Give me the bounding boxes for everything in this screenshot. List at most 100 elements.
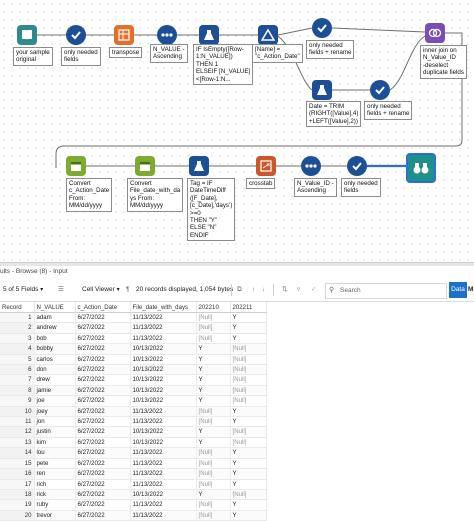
table-cell[interactable]: 11/13/2022 [130,458,197,470]
table-cell[interactable]: joey [34,406,76,418]
sort-tool-1[interactable] [157,25,177,45]
table-cell[interactable]: 11/13/2022 [130,333,197,345]
table-cell[interactable]: [Null] [196,447,231,459]
column-header-202211[interactable]: 202211 [230,302,267,313]
table-cell[interactable]: 11/13/2022 [130,416,197,428]
table-row[interactable]: 20 trevor 6/27/2022 11/13/2022 [Null] Y [0,510,267,521]
table-cell[interactable]: Y [230,479,267,490]
record-number-cell[interactable]: 1 [0,312,35,324]
table-cell[interactable]: [Null] [230,437,267,449]
record-number-cell[interactable]: 8 [0,385,35,397]
table-row[interactable]: 14 lou 6/27/2022 11/13/2022 [Null] Y [0,447,267,459]
datetime-tool-2[interactable] [135,156,155,176]
table-cell[interactable]: Y [230,458,267,470]
record-number-cell[interactable]: 4 [0,343,35,355]
table-cell[interactable]: [Null] [196,406,231,418]
record-number-cell[interactable]: 16 [0,468,35,480]
copy-icon[interactable]: ⧉ [237,279,242,301]
table-cell[interactable]: 10/13/2022 [130,395,197,407]
table-row[interactable]: 10 joey 6/27/2022 11/13/2022 [Null] Y [0,406,267,418]
table-row[interactable]: 1 adam 6/27/2022 11/13/2022 [Null] Y [0,312,267,324]
crosstab-tool[interactable] [256,156,276,176]
table-cell[interactable]: 11/13/2022 [130,406,197,418]
table-cell[interactable]: 6/27/2022 [75,510,131,521]
table-cell[interactable]: [Null] [196,499,231,511]
table-cell[interactable]: 6/27/2022 [75,343,131,355]
column-header-n-value[interactable]: N_VALUE [34,302,76,313]
formula-tool-2[interactable] [312,80,332,100]
table-row[interactable]: 16 ren 6/27/2022 11/13/2022 [Null] Y [0,468,267,480]
data-tab[interactable]: Data [449,282,467,298]
table-cell[interactable]: 6/27/2022 [75,395,131,407]
record-number-cell[interactable]: 10 [0,406,35,418]
record-number-cell[interactable]: 3 [0,333,35,345]
workflow-canvas[interactable]: your sample original only needed fields … [0,0,474,262]
table-row[interactable]: 17 rich 6/27/2022 11/13/2022 [Null] Y [0,479,267,490]
table-cell[interactable]: Y [196,426,231,438]
table-cell[interactable]: [Null] [196,468,231,480]
table-cell[interactable]: 6/27/2022 [75,489,131,501]
record-number-cell[interactable]: 12 [0,426,35,438]
table-cell[interactable]: ruby [34,499,76,511]
table-cell[interactable]: [Null] [230,374,267,386]
sort-icon[interactable]: ⇅ [282,279,287,301]
transpose-tool[interactable] [114,25,134,45]
fields-selector[interactable]: 5 of 5 Fields ▾ [3,279,43,301]
table-row[interactable]: 15 pete 6/27/2022 11/13/2022 [Null] Y [0,458,267,470]
table-cell[interactable]: 11/13/2022 [130,312,197,324]
table-cell[interactable]: 11/13/2022 [130,499,197,511]
table-cell[interactable]: rich [34,479,76,490]
table-cell[interactable]: Y [230,468,267,480]
table-cell[interactable]: rick [34,489,76,501]
table-cell[interactable]: Y [196,395,231,407]
metadata-tab[interactable]: M [468,282,473,298]
table-cell[interactable]: Y [230,406,267,418]
table-cell[interactable]: Y [230,416,267,428]
table-cell[interactable]: 6/27/2022 [75,416,131,428]
table-cell[interactable]: 6/27/2022 [75,354,131,366]
table-cell[interactable]: kim [34,437,76,449]
select-tool-2[interactable] [312,18,332,38]
table-cell[interactable]: bob [34,333,76,345]
table-cell[interactable]: Y [196,364,231,376]
table-cell[interactable]: [Null] [230,364,267,376]
record-number-cell[interactable]: 11 [0,416,35,428]
select-tool-4[interactable] [347,156,367,176]
table-row[interactable]: 18 rick 6/27/2022 10/13/2022 Y [Null] [0,489,267,501]
table-row[interactable]: 11 jon 6/27/2022 11/13/2022 [Null] Y [0,416,267,428]
table-cell[interactable]: carlos [34,354,76,366]
table-cell[interactable]: 10/13/2022 [130,354,197,366]
table-cell[interactable]: [Null] [196,416,231,428]
record-number-cell[interactable]: 19 [0,499,35,511]
search-input[interactable]: ⚲ Search [325,283,447,299]
table-cell[interactable]: Y [230,312,267,324]
table-cell[interactable]: Y [196,385,231,397]
table-cell[interactable]: Y [230,333,267,345]
formula-tool-1[interactable] [199,25,219,45]
table-cell[interactable]: Y [230,510,267,521]
table-cell[interactable]: jamie [34,385,76,397]
table-cell[interactable]: 10/13/2022 [130,385,197,397]
table-cell[interactable]: adam [34,312,76,324]
browse-tool[interactable] [406,153,436,183]
table-cell[interactable]: [Null] [196,458,231,470]
column-header-record[interactable]: Record [0,302,35,313]
table-cell[interactable]: bobby [34,343,76,355]
filter-icon[interactable]: ▿ [297,279,300,301]
table-cell[interactable]: [Null] [196,510,231,521]
table-cell[interactable]: 10/13/2022 [130,489,197,501]
table-cell[interactable]: 10/13/2022 [130,364,197,376]
table-cell[interactable]: [Null] [230,426,267,438]
table-cell[interactable]: 6/27/2022 [75,385,131,397]
table-row[interactable]: 3 bob 6/27/2022 11/13/2022 [Null] Y [0,333,267,345]
record-number-cell[interactable]: 9 [0,395,35,407]
record-number-cell[interactable]: 7 [0,374,35,386]
table-cell[interactable]: 6/27/2022 [75,447,131,459]
sort-tool-2[interactable] [301,156,321,176]
table-row[interactable]: 6 don 6/27/2022 10/13/2022 Y [Null] [0,364,267,376]
table-row[interactable]: 4 bobby 6/27/2022 10/13/2022 Y [Null] [0,343,267,355]
filter-tool-1[interactable] [258,25,278,45]
table-row[interactable]: 19 ruby 6/27/2022 11/13/2022 [Null] Y [0,499,267,511]
table-cell[interactable]: lou [34,447,76,459]
table-row[interactable]: 9 joe 6/27/2022 10/13/2022 Y [Null] [0,395,267,407]
